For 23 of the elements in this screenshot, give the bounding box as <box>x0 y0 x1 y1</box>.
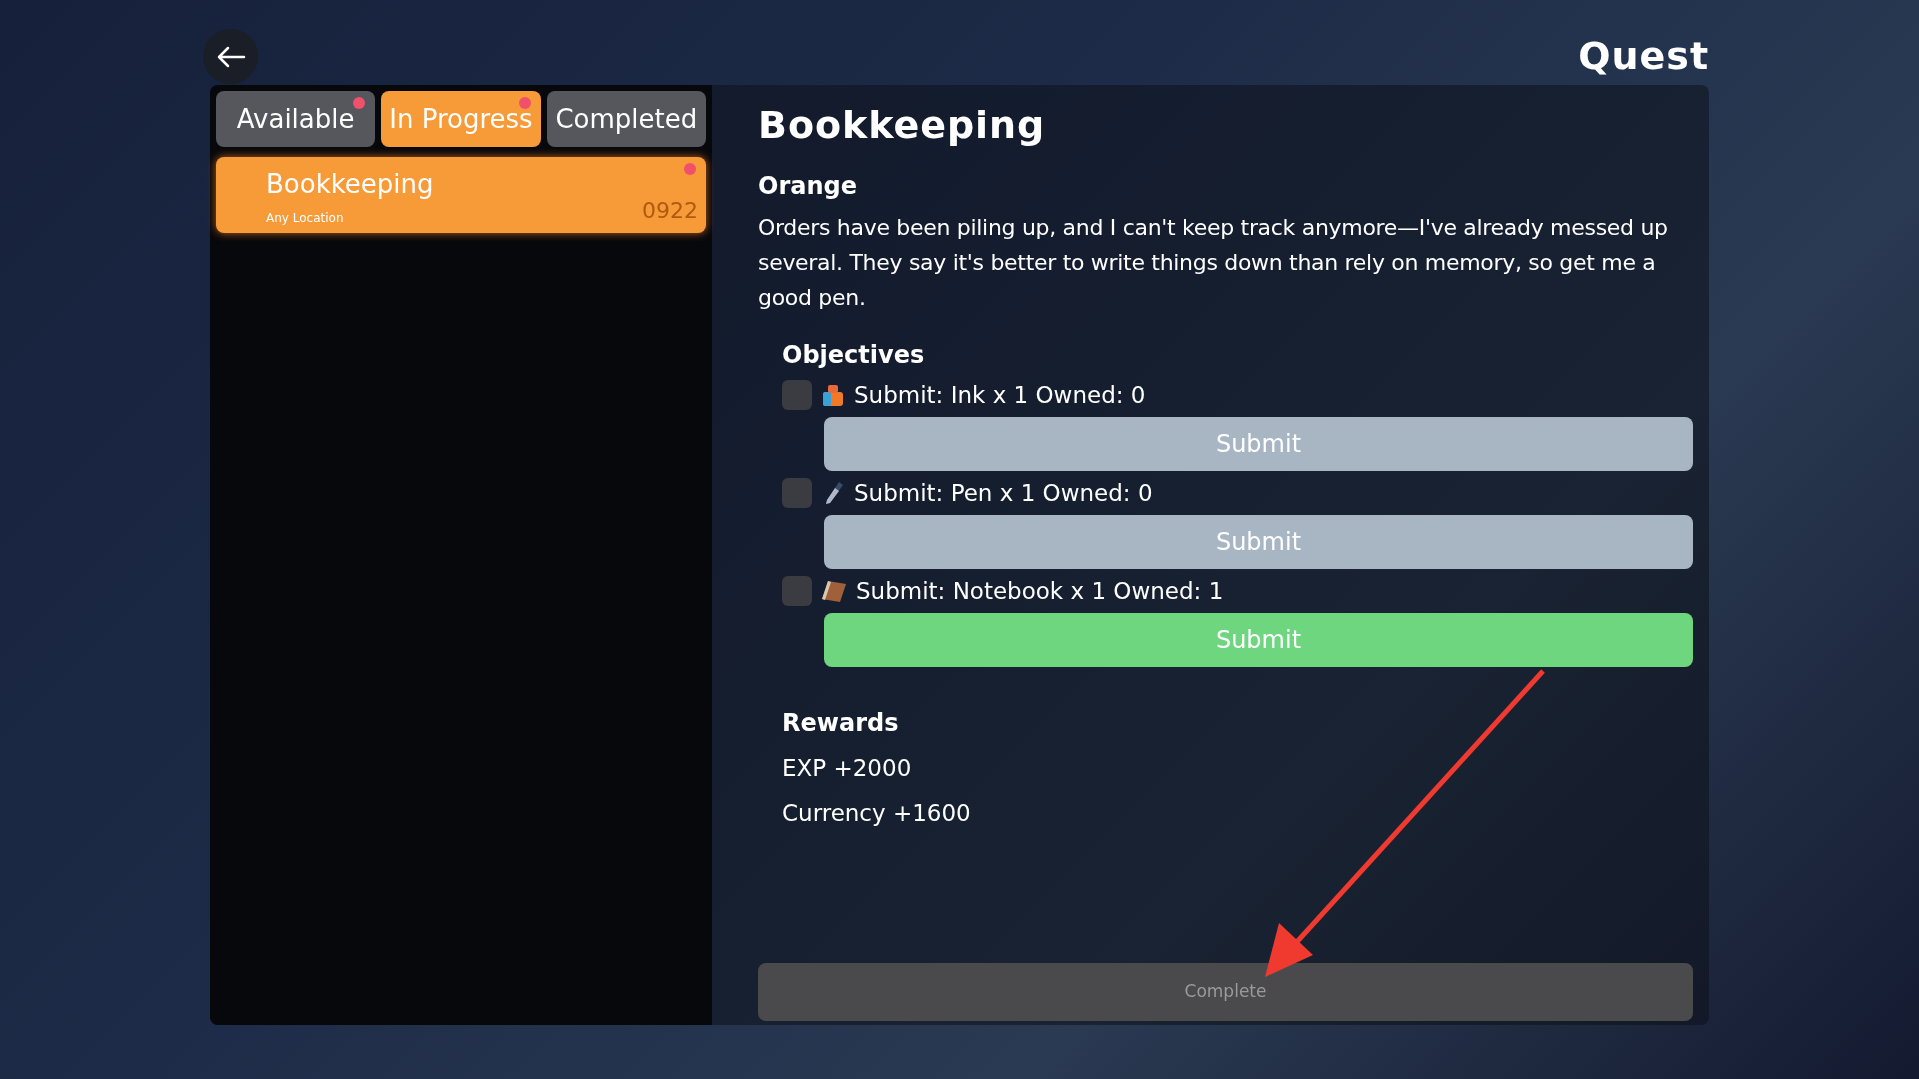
objective-text: Submit: Ink x 1 Owned: 0 <box>854 380 1146 410</box>
tab[interactable]: In Progress <box>381 91 541 147</box>
rewards-heading: Rewards <box>782 708 900 739</box>
quest-list-item[interactable]: Bookkeeping Any Location 0922 <box>216 157 706 233</box>
quest-title: Bookkeeping <box>758 102 1047 149</box>
objectives-heading: Objectives <box>782 340 926 371</box>
screen-title: Quest <box>1578 33 1709 80</box>
ink-bottle-icon <box>820 382 846 408</box>
objective-text: Submit: Notebook x 1 Owned: 1 <box>856 576 1224 606</box>
back-arrow-icon <box>215 44 246 69</box>
quest-location: Any Location <box>266 210 344 227</box>
objective-checkbox[interactable] <box>782 576 812 606</box>
quest-giver: Orange <box>758 171 858 202</box>
tab[interactable]: Completed <box>546 91 706 147</box>
objective-text: Submit: Pen x 1 Owned: 0 <box>854 478 1153 508</box>
tab[interactable]: Available <box>216 91 376 147</box>
reward-text: EXP +2000 <box>782 754 913 783</box>
reward-text: Currency +1600 <box>782 798 972 828</box>
notebook-icon <box>820 578 848 604</box>
quest-description: Orders have been piling up, and I can't keep track anymore—I've already messed up several. They say it's better to write things down than rely on memory, so get me a good pen. <box>758 214 1669 312</box>
quest-name: Bookkeeping <box>266 168 434 201</box>
submit-button[interactable]: Submit <box>824 613 1693 667</box>
quest-code: 0922 <box>642 197 698 225</box>
